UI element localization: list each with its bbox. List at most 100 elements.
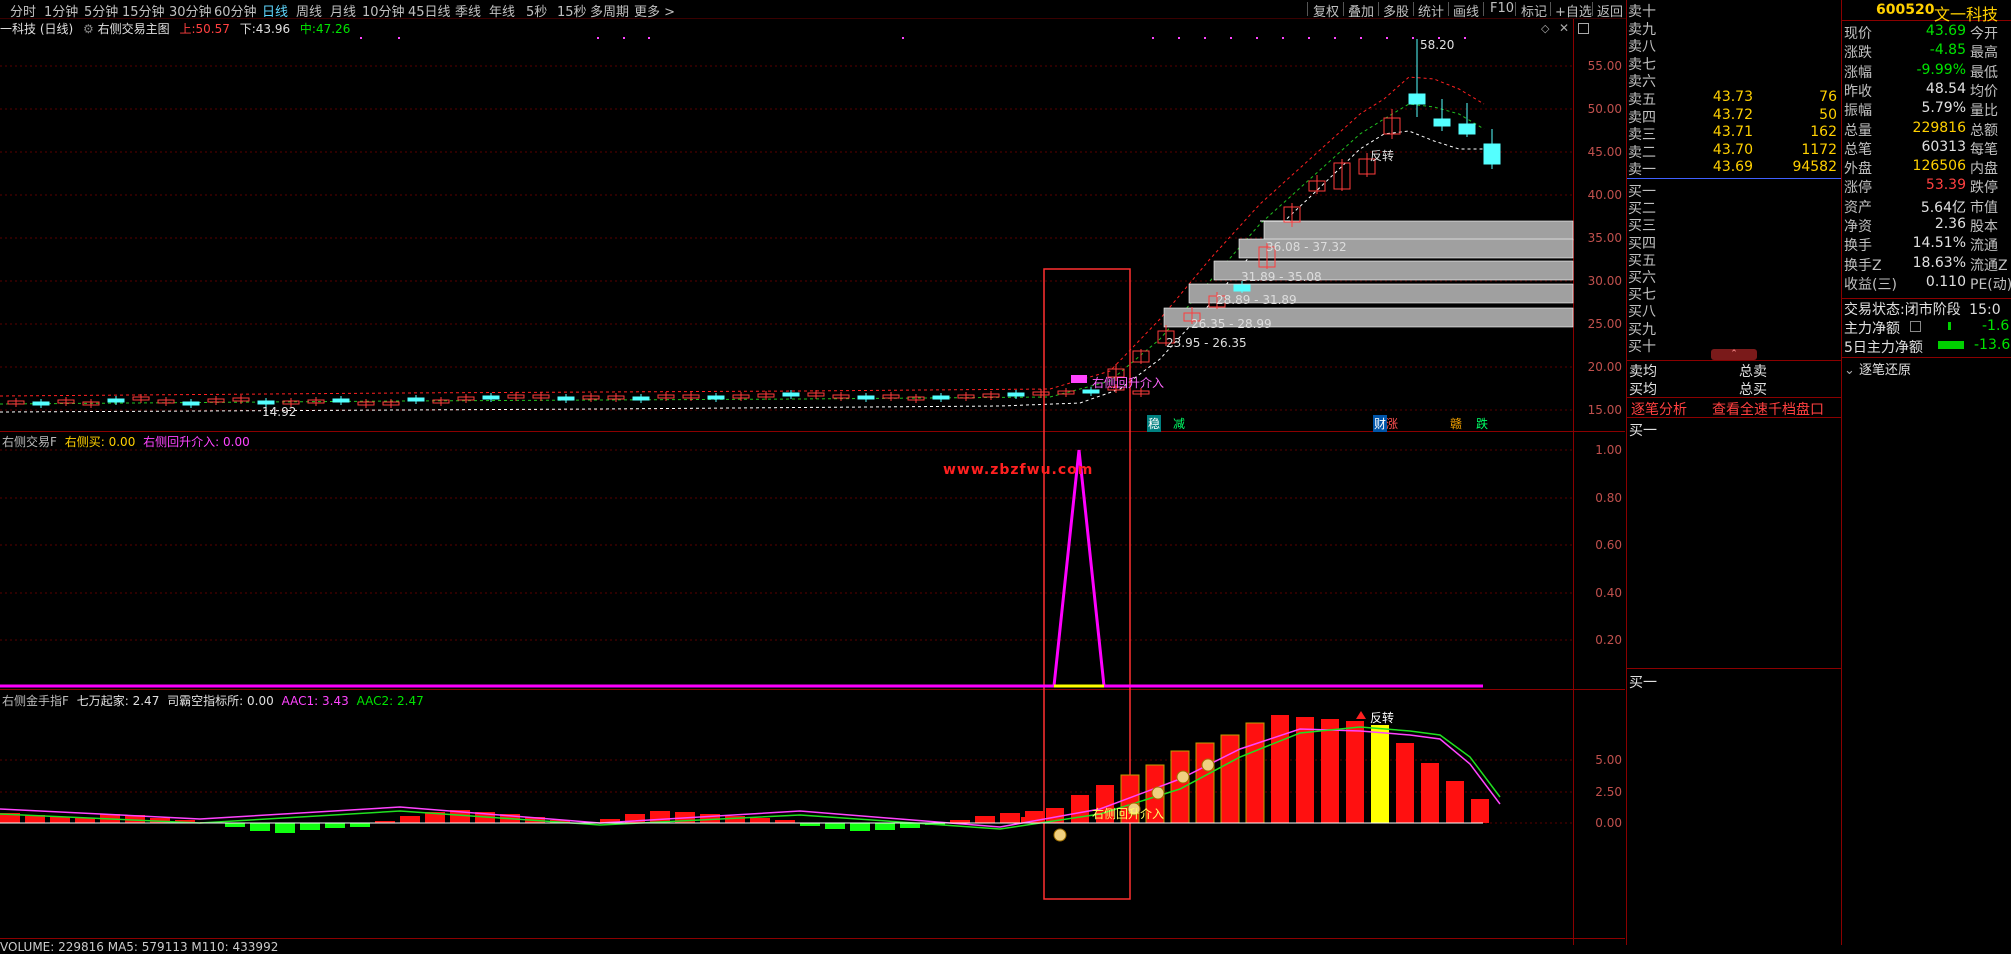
f10-button[interactable]: F10 (1490, 1, 1514, 16)
bid-row[interactable]: 买四 (1627, 233, 1841, 252)
ask-row[interactable]: 卖三 43.71 162 (1627, 124, 1841, 143)
collapse-handle[interactable]: ⌃ (1711, 349, 1757, 360)
ask-row[interactable]: 卖一 43.69 94582 (1627, 159, 1841, 179)
period-tab-15sec[interactable]: 15秒 (557, 1, 587, 20)
ask-volume: 76 (1819, 89, 1837, 105)
stat-value: 5.64亿 (1920, 199, 1966, 216)
ask-label: 卖一 (1628, 162, 1656, 179)
bid-label: 买十 (1628, 338, 1656, 355)
ask-row[interactable]: 卖八 (1627, 36, 1841, 55)
period-tab-multi[interactable]: 多周期 (590, 1, 629, 20)
tick-restore-row[interactable]: ⌄ 逐笔还原 (1844, 359, 1911, 378)
period-tab-season[interactable]: 季线 (455, 1, 481, 20)
period-tab-5min[interactable]: 5分钟 (84, 1, 118, 20)
period-tab-monthly[interactable]: 月线 (330, 1, 356, 20)
signal-dot (1256, 37, 1258, 39)
price-candle (857, 395, 875, 400)
bid-row[interactable]: 买七 (1627, 284, 1841, 303)
statistics-button[interactable]: 统计 (1418, 1, 1444, 20)
main-net5-value: -13.6 (1974, 337, 2011, 353)
bid-row[interactable]: 买三 (1627, 215, 1841, 234)
period-tab-30min[interactable]: 30分钟 (169, 1, 212, 20)
tick-restore-label: 逐笔还原 (1859, 363, 1912, 378)
bid-row[interactable]: 买二 (1627, 198, 1841, 217)
draw-line-button[interactable]: 画线 (1453, 1, 1479, 20)
bid-row[interactable]: 买九 (1627, 319, 1841, 338)
period-tab-daily[interactable]: 日线 (262, 1, 288, 20)
money-bag-icon (1201, 758, 1215, 772)
stat-value: 43.69 (1925, 23, 1966, 39)
quote-stat-row: 换手Z 18.63% 流通Z (1842, 255, 2011, 274)
signal-dot (1282, 37, 1284, 39)
ask-row[interactable]: 卖四 43.72 50 (1627, 106, 1841, 126)
price-candle (707, 395, 725, 400)
stat-label-2: 最高 (1970, 45, 1998, 62)
chart-area[interactable]: 一科技 (日线) ⚙ 右侧交易主图 上:50.57 下:43.96 中:47.2… (0, 19, 1625, 954)
period-tab-weekly[interactable]: 周线 (296, 1, 322, 20)
stat-label: 净资 (1844, 219, 1872, 235)
price-candle (632, 396, 650, 401)
adjust-right-button[interactable]: 复权 (1313, 1, 1339, 20)
period-tab-60min[interactable]: 60分钟 (214, 1, 257, 20)
mark-button[interactable]: 标记 (1521, 1, 1547, 20)
ask-price: 43.72 (1712, 106, 1753, 123)
ask-row[interactable]: 卖七 (1627, 54, 1841, 73)
bid-row[interactable]: 买一 (1627, 181, 1841, 200)
stat-value: 126506 (1912, 158, 1966, 175)
sub1-y-tick: 0.20 (1595, 633, 1622, 647)
bid-row[interactable]: 买六 (1627, 267, 1841, 286)
period-tab-more[interactable]: 更多 > (634, 1, 675, 20)
zone-label: 23.95 - 26.35 (1166, 336, 1247, 350)
period-tab-1min[interactable]: 1分钟 (44, 1, 78, 20)
histogram-bar (975, 816, 995, 823)
histogram-bar (225, 823, 245, 827)
multi-stock-button[interactable]: 多股 (1383, 1, 1409, 20)
ask-row[interactable]: 卖五 43.73 76 (1627, 89, 1841, 108)
total-buy-label: 总买 (1739, 382, 1767, 398)
period-tab-fenshi[interactable]: 分时 (10, 1, 36, 20)
stat-label-2: 均价 (1970, 83, 1998, 100)
stock-name: 文一科技 (1934, 5, 1999, 24)
stat-value: 5.79% (1921, 100, 1966, 117)
bid-row[interactable]: 买五 (1627, 250, 1841, 269)
histogram-bar (1471, 799, 1489, 823)
quote-stat-row: 涨幅 -9.99% 最低 (1842, 62, 2011, 81)
period-tab-5sec[interactable]: 5秒 (526, 1, 547, 20)
stat-value: 2.36 (1934, 216, 1966, 232)
ask-row[interactable]: 卖十 (1627, 1, 1841, 20)
period-tab-15min[interactable]: 15分钟 (122, 1, 165, 20)
stat-label-2: 量比 (1970, 103, 1998, 120)
sub1-name[interactable]: 右侧交易F (2, 435, 57, 449)
histogram-bar (1421, 763, 1439, 823)
quote-stat-row: 收益(三) 0.110 PE(动) (1842, 274, 2011, 293)
info-icon[interactable] (1910, 321, 1921, 332)
tag-stable: 稳 (1147, 415, 1162, 432)
y-tick: 30.00 (1587, 274, 1622, 288)
watermark: www.zbzfwu.com (943, 462, 1094, 478)
volume-legend: VOLUME: 229816 MA5: 579113 M110: 433992 (0, 940, 279, 954)
period-tab-10min[interactable]: 10分钟 (362, 1, 405, 20)
histogram-bar (325, 823, 345, 828)
add-watchlist-button[interactable]: +自选 (1555, 1, 1592, 20)
main-net5-label: 5日主力净额 (1844, 340, 1923, 356)
bid-row[interactable]: 买八 (1627, 301, 1841, 320)
ask-row[interactable]: 卖九 (1627, 19, 1841, 38)
overlay-button[interactable]: 叠加 (1348, 1, 1374, 20)
stat-value: 14.51% (1912, 235, 1966, 252)
sub1-legend: 右侧交易F 右侧买: 0.00 右侧回升介入: 0.00 (2, 433, 250, 450)
back-button[interactable]: 返回 (1597, 1, 1623, 20)
sub2-name[interactable]: 右侧金手指F (2, 694, 69, 708)
ask-row[interactable]: 卖六 (1627, 71, 1841, 90)
ask-price: 43.70 (1712, 141, 1753, 158)
period-tab-yearly[interactable]: 年线 (489, 1, 515, 20)
ask-row[interactable]: 卖二 43.70 1172 (1627, 141, 1841, 161)
stat-value: 0.110 (1925, 273, 1966, 290)
sub1-item2-value: 0.00 (223, 435, 250, 449)
histogram-bar (50, 817, 70, 823)
quote-panel: 卖十 卖九 卖八 卖七 卖六 卖五 43.73 76 卖四 43.72 50 卖三 43.71 162 卖二… (1626, 0, 2011, 945)
y-tick: 25.00 (1587, 317, 1622, 331)
tick-analysis-link[interactable]: 逐笔分析 (1631, 399, 1687, 419)
full-depth-link[interactable]: 查看全速千档盘口 (1712, 399, 1824, 419)
histogram-bar (275, 823, 295, 833)
period-tab-45day[interactable]: 45日线 (408, 1, 451, 20)
